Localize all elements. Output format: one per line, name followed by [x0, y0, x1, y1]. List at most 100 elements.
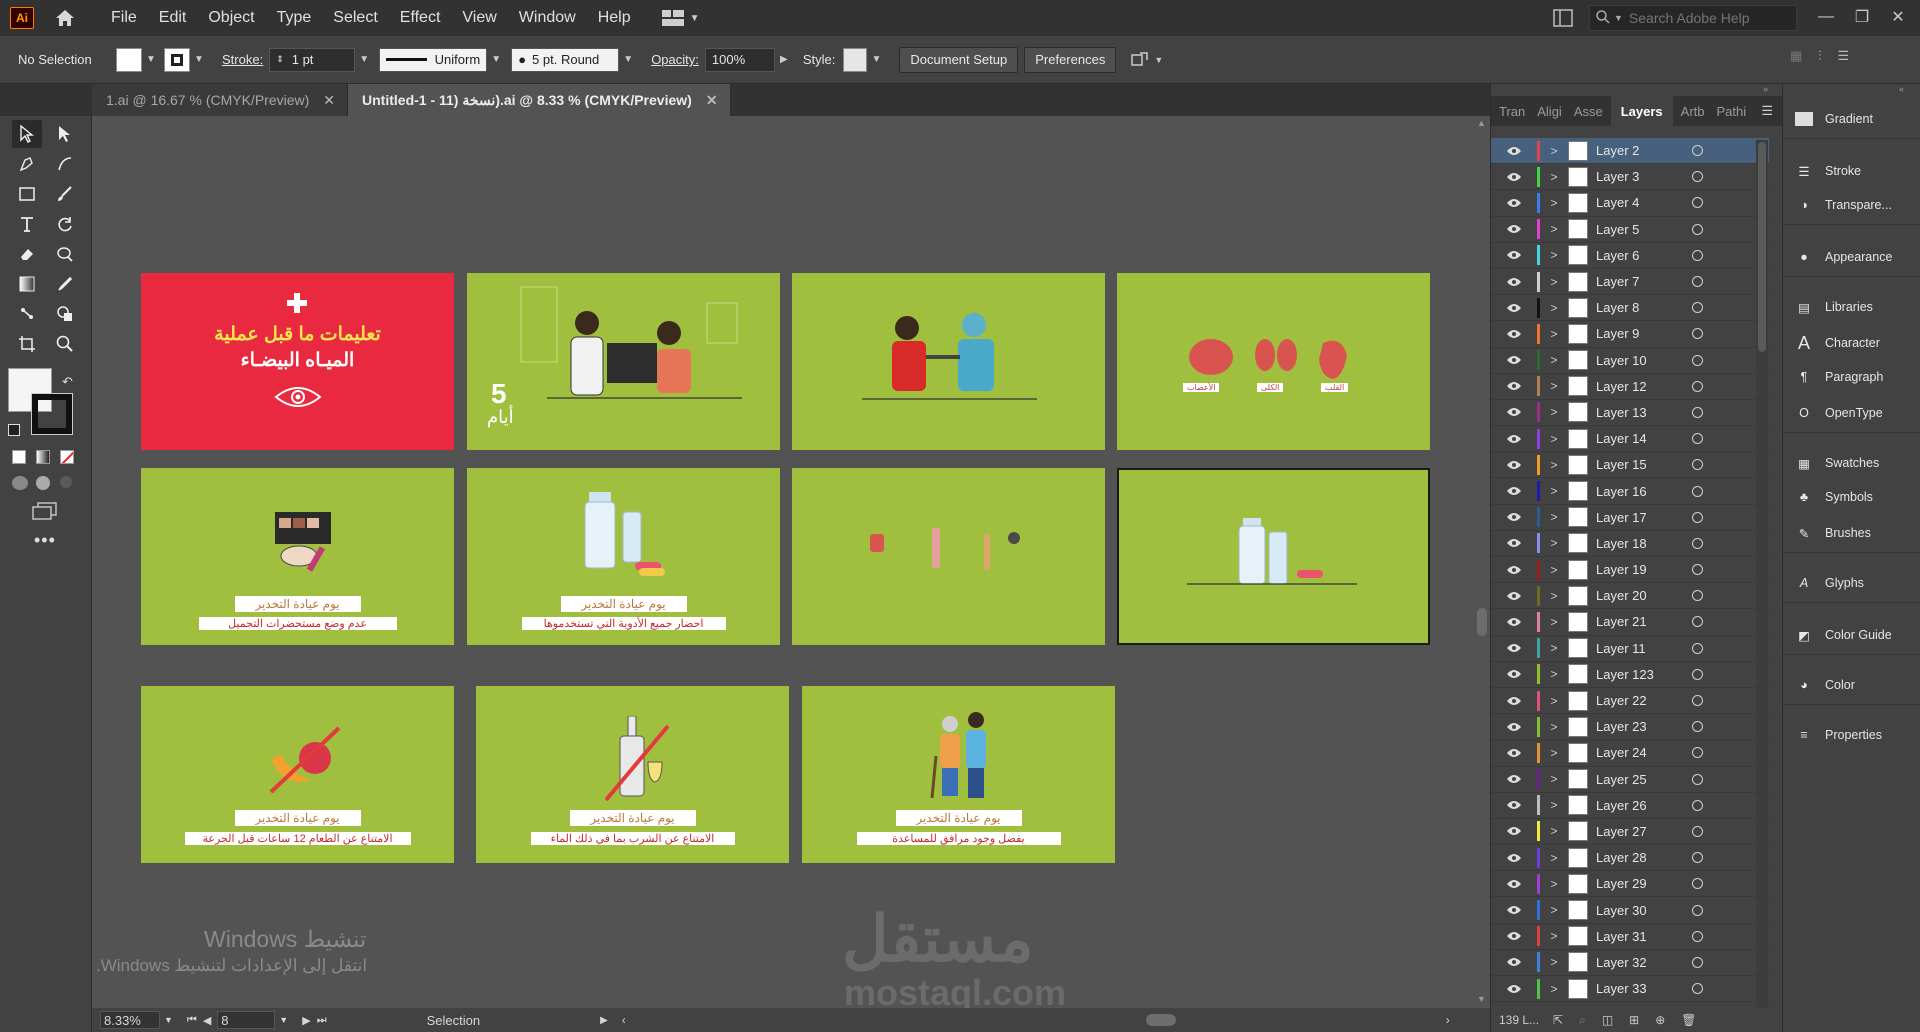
collapse-icon[interactable]: »: [1763, 84, 1768, 94]
scroll-thumb[interactable]: [1477, 608, 1487, 636]
layer-row[interactable]: > Layer 27: [1491, 819, 1769, 846]
layer-row[interactable]: > Layer 32: [1491, 950, 1769, 976]
visibility-eye-icon[interactable]: [1501, 591, 1527, 601]
menu-help[interactable]: Help: [587, 9, 642, 27]
dock-gradient[interactable]: Gradient: [1783, 104, 1920, 134]
puppet-warp-tool-icon[interactable]: [12, 300, 42, 328]
expand-chevron-icon[interactable]: >: [1546, 458, 1562, 472]
fill-swatch[interactable]: [116, 47, 142, 72]
visibility-eye-icon[interactable]: [1501, 277, 1527, 287]
dock-character[interactable]: A Character: [1783, 328, 1920, 358]
layer-row[interactable]: > Layer 4: [1491, 190, 1769, 217]
dock-swatches[interactable]: ▦ Swatches: [1783, 448, 1920, 478]
visibility-eye-icon[interactable]: [1501, 329, 1527, 339]
chevron-down-icon[interactable]: ▼: [619, 48, 637, 72]
expand-chevron-icon[interactable]: >: [1546, 405, 1562, 419]
target-circle-icon[interactable]: [1692, 433, 1703, 445]
layer-row[interactable]: > Layer 2: [1491, 138, 1769, 165]
visibility-eye-icon[interactable]: [1501, 643, 1527, 653]
target-circle-icon[interactable]: [1692, 825, 1703, 837]
layer-row[interactable]: > Layer 28: [1491, 845, 1769, 872]
artboard-eye-exam[interactable]: 5 أيام: [467, 273, 780, 450]
menu-type[interactable]: Type: [266, 9, 323, 27]
zoom-tool-icon[interactable]: [50, 330, 80, 358]
layer-name[interactable]: Layer 24: [1596, 745, 1688, 760]
make-clipping-mask-icon[interactable]: ◫: [1602, 1013, 1613, 1027]
none-mode-icon[interactable]: [60, 450, 74, 464]
color-mode-icon[interactable]: [12, 450, 26, 464]
chevron-down-icon[interactable]: ▼: [279, 1015, 288, 1025]
expand-chevron-icon[interactable]: >: [1546, 144, 1562, 158]
layer-name[interactable]: Layer 2: [1596, 143, 1688, 158]
previous-artboard-icon[interactable]: ◀: [203, 1014, 211, 1027]
layer-row[interactable]: > Layer 3: [1491, 164, 1769, 191]
target-circle-icon[interactable]: [1692, 485, 1703, 497]
rectangle-tool-icon[interactable]: [12, 180, 42, 208]
artboard-bottles-selected[interactable]: [1117, 468, 1430, 645]
next-artboard-icon[interactable]: ▶: [302, 1014, 310, 1027]
visibility-eye-icon[interactable]: [1501, 722, 1527, 732]
layer-name[interactable]: Layer 8: [1596, 300, 1688, 315]
target-circle-icon[interactable]: [1692, 878, 1703, 890]
tab-pathfinder[interactable]: Pathi: [1713, 104, 1751, 119]
layer-name[interactable]: Layer 23: [1596, 719, 1688, 734]
dock-glyphs[interactable]: A Glyphs: [1783, 568, 1920, 598]
layer-name[interactable]: Layer 14: [1596, 431, 1688, 446]
layer-row[interactable]: > Layer 13: [1491, 400, 1769, 427]
target-circle-icon[interactable]: [1692, 721, 1703, 733]
arrange-documents-icon[interactable]: [1553, 9, 1573, 30]
gradient-mode-icon[interactable]: [36, 450, 50, 464]
rotate-tool-icon[interactable]: [50, 210, 80, 238]
target-circle-icon[interactable]: [1692, 511, 1703, 523]
expand-chevron-icon[interactable]: >: [1546, 641, 1562, 655]
target-circle-icon[interactable]: [1692, 171, 1703, 183]
visibility-eye-icon[interactable]: [1501, 198, 1527, 208]
layer-row[interactable]: > Layer 12: [1491, 374, 1769, 400]
visibility-eye-icon[interactable]: [1501, 748, 1527, 758]
layer-name[interactable]: Layer 5: [1596, 222, 1688, 237]
collect-export-icon[interactable]: ⇱: [1553, 1013, 1563, 1027]
layer-name[interactable]: Layer 30: [1596, 903, 1688, 918]
layer-row[interactable]: > Layer 10: [1491, 348, 1769, 374]
target-circle-icon[interactable]: [1692, 904, 1703, 916]
variable-width-profile[interactable]: Uniform: [379, 47, 488, 72]
layer-row[interactable]: > Layer 20: [1491, 583, 1769, 610]
artboard-injection[interactable]: [792, 273, 1105, 450]
menu-view[interactable]: View: [451, 9, 507, 27]
more-tools-icon[interactable]: •••: [34, 530, 56, 551]
pen-tool-icon[interactable]: [12, 150, 42, 178]
layer-row[interactable]: > Layer 14: [1491, 426, 1769, 453]
tab-transform[interactable]: Tran: [1495, 104, 1529, 119]
target-circle-icon[interactable]: [1692, 930, 1703, 942]
selection-tool-icon[interactable]: [12, 120, 42, 148]
layer-name[interactable]: Layer 10: [1596, 353, 1688, 368]
layer-name[interactable]: Layer 3: [1596, 169, 1688, 184]
stroke-label[interactable]: Stroke:: [222, 52, 263, 67]
visibility-eye-icon[interactable]: [1501, 486, 1527, 496]
layer-row[interactable]: > Layer 6: [1491, 243, 1769, 269]
visibility-eye-icon[interactable]: [1501, 931, 1527, 941]
expand-chevron-icon[interactable]: >: [1546, 746, 1562, 760]
target-circle-icon[interactable]: [1692, 380, 1703, 392]
layer-name[interactable]: Layer 29: [1596, 876, 1688, 891]
target-circle-icon[interactable]: [1692, 406, 1703, 418]
artboard-no-drink[interactable]: يوم عيادة التخدير الامتناع عن الشرب بما …: [476, 686, 789, 863]
target-circle-icon[interactable]: [1692, 328, 1703, 340]
expand-chevron-icon[interactable]: >: [1546, 301, 1562, 315]
target-circle-icon[interactable]: [1692, 564, 1703, 576]
expand-chevron-icon[interactable]: >: [1546, 694, 1562, 708]
layer-row[interactable]: > Layer 7: [1491, 269, 1769, 296]
menu-edit[interactable]: Edit: [148, 9, 198, 27]
brush-definition[interactable]: ● 5 pt. Round: [511, 47, 620, 72]
tab-align[interactable]: Aligi: [1533, 104, 1566, 119]
target-circle-icon[interactable]: [1692, 197, 1703, 209]
layer-name[interactable]: Layer 7: [1596, 274, 1688, 289]
workspace-switcher[interactable]: ▼: [661, 10, 700, 26]
artboard-no-food[interactable]: يوم عيادة التخدير الامتناع عن الطعام 12 …: [141, 686, 454, 863]
expand-chevron-icon[interactable]: >: [1546, 877, 1562, 891]
dock-libraries[interactable]: ▤ Libraries: [1783, 292, 1920, 322]
menu-select[interactable]: Select: [322, 9, 388, 27]
expand-chevron-icon[interactable]: >: [1546, 982, 1562, 996]
target-circle-icon[interactable]: [1692, 223, 1703, 235]
visibility-eye-icon[interactable]: [1501, 669, 1527, 679]
